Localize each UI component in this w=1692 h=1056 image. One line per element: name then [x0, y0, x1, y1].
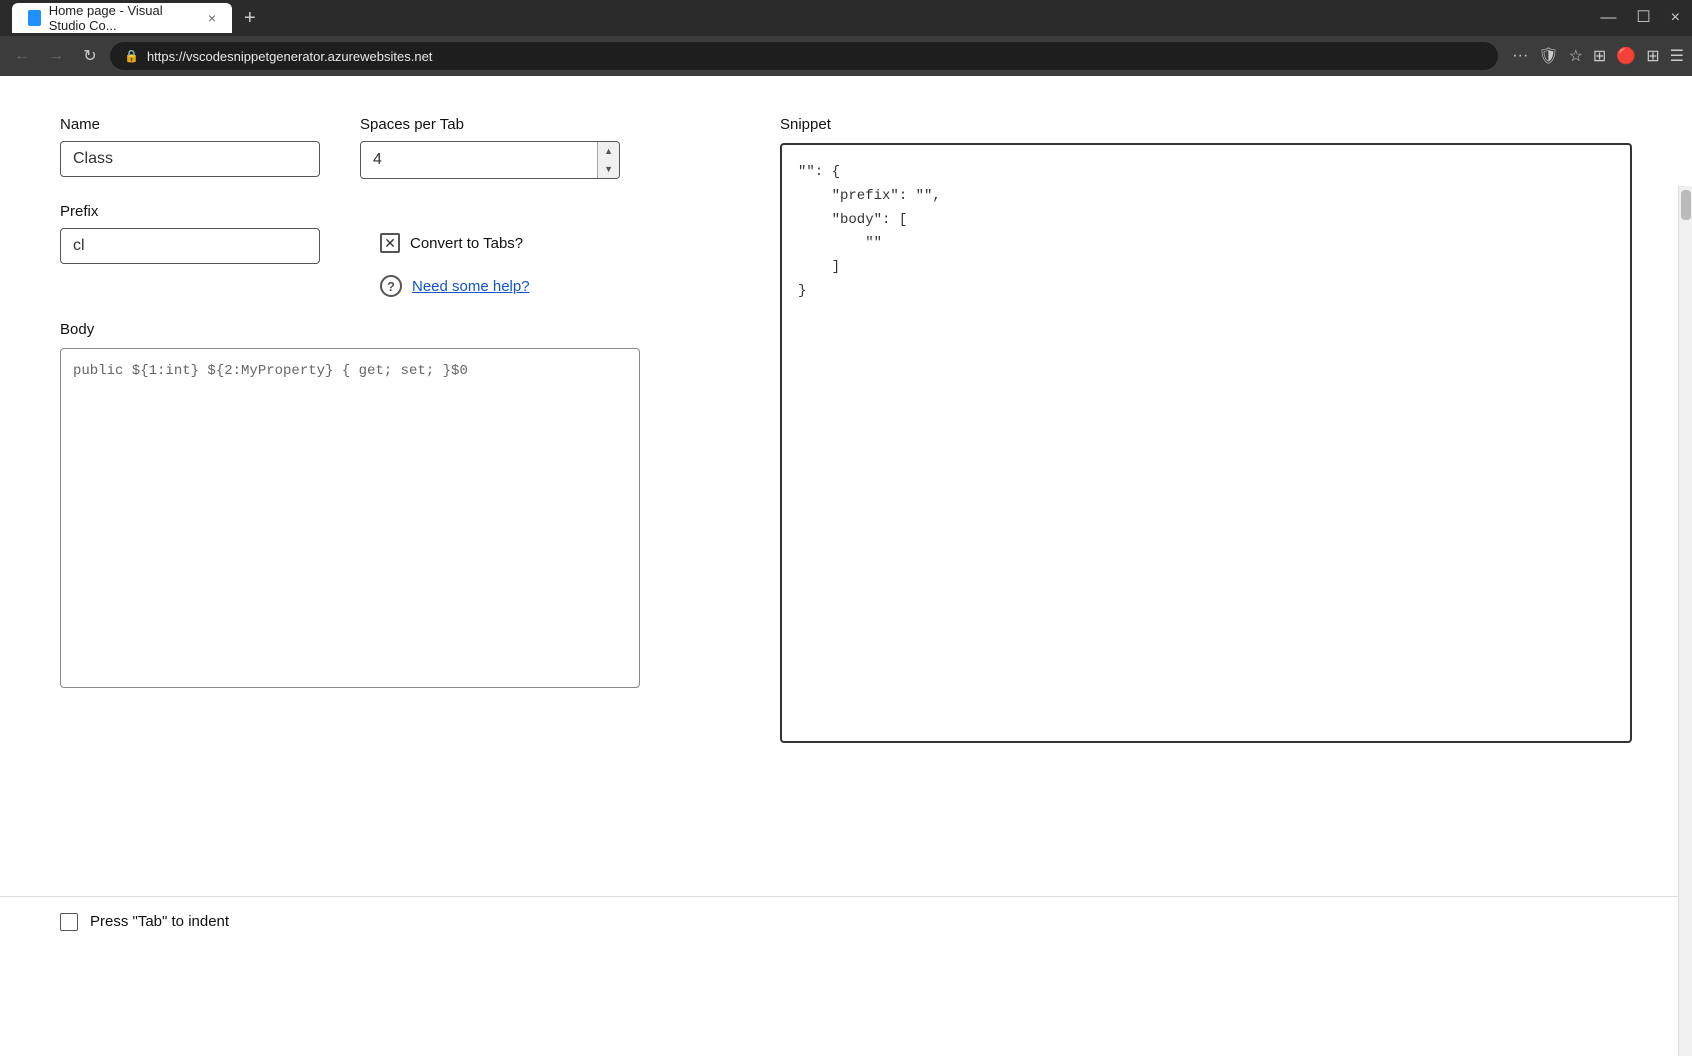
- bottom-bar: Press "Tab" to indent: [0, 896, 1678, 946]
- tab-indent-checkbox[interactable]: [60, 913, 78, 931]
- menu-icon[interactable]: ☰: [1670, 46, 1684, 66]
- name-spaces-row: Name Spaces per Tab ▲ ▼: [60, 116, 740, 179]
- window-controls: — ☐ ×: [1600, 10, 1680, 26]
- name-input[interactable]: [60, 141, 320, 177]
- snippet-area: Snippet "": { "prefix": "", "body": [ ""…: [780, 116, 1632, 906]
- help-link[interactable]: Need some help?: [412, 278, 530, 295]
- spaces-field-group: Spaces per Tab ▲ ▼: [360, 116, 620, 179]
- extensions-icon[interactable]: ···: [1512, 47, 1528, 65]
- main-content: Name Spaces per Tab ▲ ▼ Prefix: [0, 76, 1692, 946]
- prefix-input[interactable]: [60, 228, 320, 264]
- lock-icon: 🔒: [124, 49, 139, 63]
- tab-title: Home page - Visual Studio Co...: [49, 3, 196, 33]
- scrollbar-thumb[interactable]: [1681, 190, 1691, 220]
- form-area: Name Spaces per Tab ▲ ▼ Prefix: [60, 116, 740, 906]
- convert-tabs-row: ✕ Convert to Tabs?: [380, 233, 523, 253]
- snippet-box: "": { "prefix": "", "body": [ "" ] }: [780, 143, 1632, 743]
- new-tab-button[interactable]: +: [232, 3, 268, 34]
- toolbar-icons: ··· 🛡 ☆ ⊞ 🔴 ⊞ ☰: [1512, 46, 1684, 66]
- active-tab[interactable]: Home page - Visual Studio Co... ×: [12, 3, 232, 33]
- body-textarea[interactable]: public ${1:int} ${2:MyProperty} { get; s…: [60, 348, 640, 688]
- tab-indent-label: Press "Tab" to indent: [90, 913, 229, 930]
- tab-favicon: [28, 10, 41, 26]
- name-field-group: Name: [60, 116, 320, 177]
- browser-chrome: Home page - Visual Studio Co... × + — ☐ …: [0, 0, 1692, 76]
- addon-icon[interactable]: 🔴: [1616, 46, 1636, 66]
- spaces-label: Spaces per Tab: [360, 116, 620, 133]
- shield-icon[interactable]: 🛡: [1538, 46, 1558, 66]
- prefix-field-group: Prefix: [60, 203, 320, 264]
- spinner-up[interactable]: ▲: [598, 142, 619, 160]
- close-button[interactable]: ×: [1671, 10, 1680, 26]
- convert-tabs-label: Convert to Tabs?: [410, 235, 523, 252]
- name-label: Name: [60, 116, 320, 133]
- spinner-down[interactable]: ▼: [598, 160, 619, 178]
- checkbox-section: ✕ Convert to Tabs? ? Need some help?: [380, 233, 530, 297]
- address-field[interactable]: 🔒 https://vscodesnippetgenerator.azurewe…: [110, 42, 1498, 70]
- prefix-checkbox-row: Prefix ✕ Convert to Tabs? ? Need some he…: [60, 203, 740, 297]
- library-icon[interactable]: ⊞: [1593, 46, 1606, 66]
- maximize-button[interactable]: ☐: [1636, 10, 1650, 26]
- body-section: Body public ${1:int} ${2:MyProperty} { g…: [60, 321, 740, 691]
- snippet-label: Snippet: [780, 116, 1632, 133]
- help-row: ? Need some help?: [380, 275, 530, 297]
- spinner-buttons: ▲ ▼: [597, 142, 619, 178]
- spaces-input[interactable]: [361, 143, 597, 177]
- title-bar: Home page - Visual Studio Co... × + — ☐ …: [0, 0, 1692, 36]
- convert-tabs-checkbox[interactable]: ✕: [380, 233, 400, 253]
- forward-button[interactable]: →: [42, 43, 70, 69]
- address-bar: ← → ↻ 🔒 https://vscodesnippetgenerator.a…: [0, 36, 1692, 76]
- refresh-button[interactable]: ↻: [76, 42, 104, 70]
- body-label: Body: [60, 321, 740, 338]
- spaces-input-wrapper: ▲ ▼: [360, 141, 620, 179]
- help-icon[interactable]: ?: [380, 275, 402, 297]
- url-display: https://vscodesnippetgenerator.azurewebs…: [147, 49, 1484, 64]
- star-icon[interactable]: ☆: [1569, 46, 1583, 66]
- minimize-button[interactable]: —: [1600, 10, 1616, 26]
- prefix-label: Prefix: [60, 203, 320, 220]
- tab-close-btn[interactable]: ×: [208, 10, 216, 26]
- grid-icon[interactable]: ⊞: [1646, 46, 1659, 66]
- back-button[interactable]: ←: [8, 43, 36, 69]
- scrollbar[interactable]: [1678, 186, 1692, 1056]
- tab-bar: Home page - Visual Studio Co... × +: [12, 3, 268, 34]
